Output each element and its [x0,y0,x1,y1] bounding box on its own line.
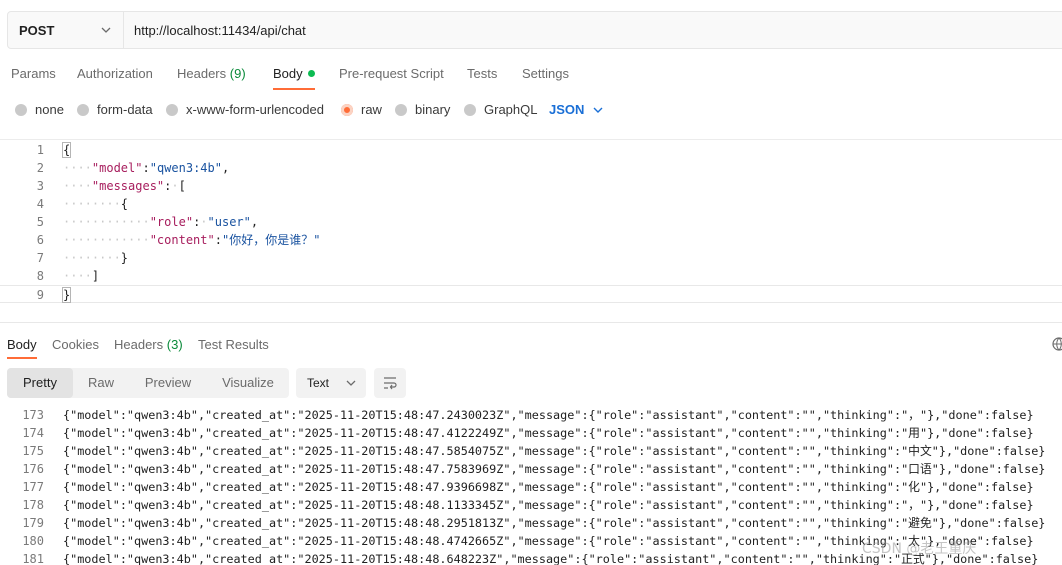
editor-line: 7 ········} [36,251,129,265]
response-line: 174 {"model":"qwen3:4b","created_at":"202… [22,426,1034,440]
response-format-select[interactable]: Text [296,368,366,398]
response-headers-count: (3) [166,337,183,352]
tab-settings[interactable]: Settings [522,66,569,81]
body-type-raw[interactable]: raw [341,102,382,117]
body-status-dot [307,70,315,77]
tab-tests[interactable]: Tests [467,66,497,81]
headers-count: (9) [229,66,246,81]
request-body-editor[interactable]: 1{ 2 ····"model":"qwen3:4b", 3 ····"messag… [0,139,1062,303]
wrap-lines-icon [384,377,397,390]
editor-line: 8 ····] [36,269,100,283]
request-tabs: Params Authorization Headers (9) Body Pr… [0,58,1062,90]
editor-line: 4 ········{ [36,197,129,211]
url-text: http://localhost:11434/api/chat [134,22,306,38]
radio-icon [464,103,476,116]
tab-pre-request-script[interactable]: Pre-request Script [339,66,444,81]
globe-icon[interactable] [1052,337,1062,351]
tab-body[interactable]: Body [273,66,315,90]
body-type-selector: none form-data x-www-form-urlencoded raw… [0,100,1062,120]
response-tab-headers[interactable]: Headers (3) [114,337,183,352]
body-type-none[interactable]: none [15,102,64,117]
pane-divider[interactable] [0,322,1062,323]
request-url-bar: POST http://localhost:11434/api/chat [7,11,1062,49]
chevron-down-icon [346,380,356,386]
response-line: 173 {"model":"qwen3:4b","created_at":"202… [22,408,1034,422]
editor-line: 9} [0,285,1062,303]
editor-line: 6 ············"content":"你好，你是谁？" [36,233,321,247]
method-select[interactable]: POST [8,12,124,48]
radio-selected-icon [341,103,353,116]
chevron-down-icon [593,107,603,113]
radio-icon [166,103,178,116]
body-type-form-data[interactable]: form-data [77,102,153,117]
response-line: 178 {"model":"qwen3:4b","created_at":"202… [22,498,1034,512]
view-mode-segment: Pretty Raw Preview Visualize [7,368,289,398]
view-pretty-button[interactable]: Pretty [7,368,73,398]
tab-authorization[interactable]: Authorization [77,66,153,81]
body-type-binary[interactable]: binary [395,102,450,117]
editor-line: 3 ····"messages":·[ [36,179,186,193]
tab-params[interactable]: Params [11,66,56,81]
response-tab-test-results[interactable]: Test Results [198,337,269,352]
response-tabs: Body Cookies Headers (3) Test Results [0,335,1062,361]
url-input[interactable]: http://localhost:11434/api/chat [124,12,1062,48]
view-raw-button[interactable]: Raw [77,368,125,398]
radio-icon [77,103,89,116]
response-line: 176 {"model":"qwen3:4b","created_at":"202… [22,462,1046,476]
method-label: POST [19,22,55,38]
editor-line: 2 ····"model":"qwen3:4b", [36,161,230,175]
radio-icon [15,103,27,116]
response-line: 175 {"model":"qwen3:4b","created_at":"202… [22,444,1046,458]
view-preview-button[interactable]: Preview [133,368,203,398]
editor-line: 5 ············"role":·"user", [36,215,259,229]
body-type-graphql[interactable]: GraphQL [464,102,537,117]
radio-icon [395,103,407,116]
body-language-select[interactable]: JSON [549,102,603,117]
tab-headers[interactable]: Headers (9) [177,66,246,81]
response-line: 179 {"model":"qwen3:4b","created_at":"202… [22,516,1046,530]
response-tab-body[interactable]: Body [7,337,37,359]
wrap-lines-button[interactable] [374,368,406,398]
response-line: 177 {"model":"qwen3:4b","created_at":"202… [22,480,1034,494]
watermark: CSDN @老王重庆 [862,541,977,557]
view-visualize-button[interactable]: Visualize [211,368,285,398]
response-tab-cookies[interactable]: Cookies [52,337,99,352]
editor-line: 1{ [36,142,72,158]
body-type-urlencoded[interactable]: x-www-form-urlencoded [166,102,324,117]
chevron-down-icon [101,27,111,33]
